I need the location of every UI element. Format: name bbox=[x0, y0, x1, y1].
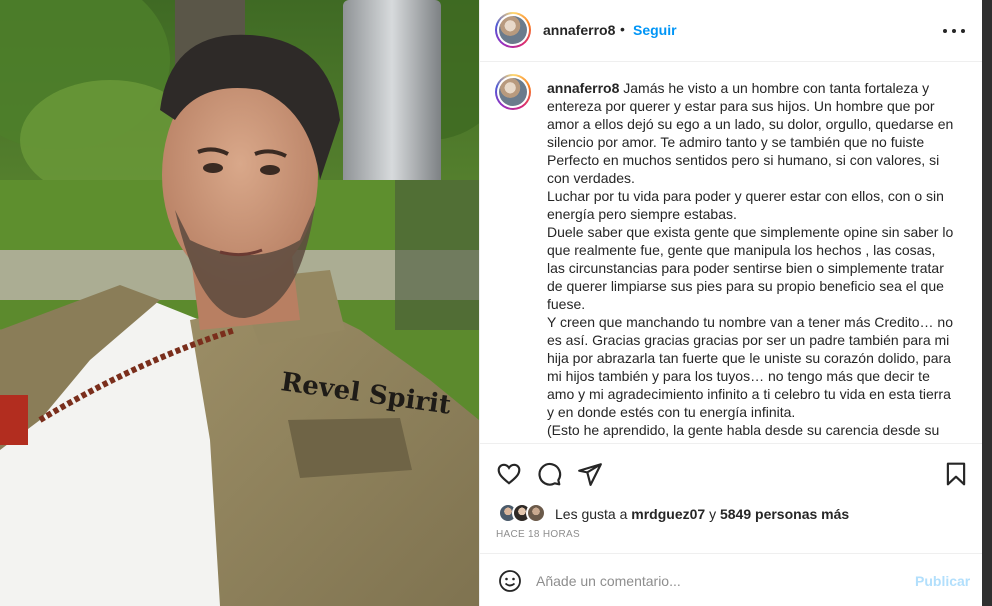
caption-section: annaferro8 Jamás he visto a un hombre co… bbox=[480, 63, 983, 443]
likes-prefix: Les gusta a bbox=[555, 506, 632, 522]
heart-icon[interactable] bbox=[496, 461, 522, 487]
comment-input[interactable] bbox=[536, 568, 906, 594]
separator-dot: • bbox=[620, 21, 625, 37]
post-image: Revel Spirit bbox=[0, 0, 479, 606]
likes-row: Les gusta a mrdguez07 y 5849 personas má… bbox=[498, 503, 968, 525]
likes-connector: y bbox=[705, 506, 720, 522]
author-username[interactable]: annaferro8 bbox=[543, 22, 615, 38]
caption-text: annaferro8 Jamás he visto a un hombre co… bbox=[547, 79, 957, 439]
send-icon[interactable] bbox=[577, 461, 603, 487]
caption-paragraph: (Esto he aprendido, la gente habla desde… bbox=[547, 422, 940, 438]
smiley-icon[interactable] bbox=[498, 569, 522, 593]
bookmark-icon[interactable] bbox=[943, 461, 969, 487]
liker-username[interactable]: mrdguez07 bbox=[631, 506, 705, 522]
window-edge bbox=[982, 0, 992, 606]
comment-icon[interactable] bbox=[536, 461, 562, 487]
action-bar bbox=[480, 443, 983, 503]
more-options-icon[interactable] bbox=[942, 20, 966, 42]
post-panel: annaferro8 • Seguir annaferro8 Jamás he … bbox=[479, 0, 983, 606]
caption-paragraph: Y creen que manchando tu nombre van a te… bbox=[547, 314, 953, 420]
comment-bar: Publicar bbox=[480, 553, 983, 606]
caption-avatar[interactable] bbox=[495, 74, 531, 110]
caption-paragraph: Luchar por tu vida para poder y querer e… bbox=[547, 188, 944, 222]
liker-avatar[interactable] bbox=[526, 503, 546, 523]
follow-button[interactable]: Seguir bbox=[633, 22, 677, 38]
likes-summary: Les gusta a mrdguez07 y 5849 personas má… bbox=[555, 506, 849, 522]
post-header: annaferro8 • Seguir bbox=[480, 0, 983, 62]
likes-count[interactable]: 5849 personas más bbox=[720, 506, 849, 522]
caption-username[interactable]: annaferro8 bbox=[547, 80, 619, 96]
post-timestamp[interactable]: HACE 18 HORAS bbox=[496, 529, 580, 540]
publish-button[interactable]: Publicar bbox=[915, 573, 970, 589]
caption-paragraph: Duele saber que exista gente que simplem… bbox=[547, 224, 954, 312]
post-photo[interactable]: Revel Spirit bbox=[0, 0, 479, 606]
author-avatar[interactable] bbox=[495, 12, 531, 48]
